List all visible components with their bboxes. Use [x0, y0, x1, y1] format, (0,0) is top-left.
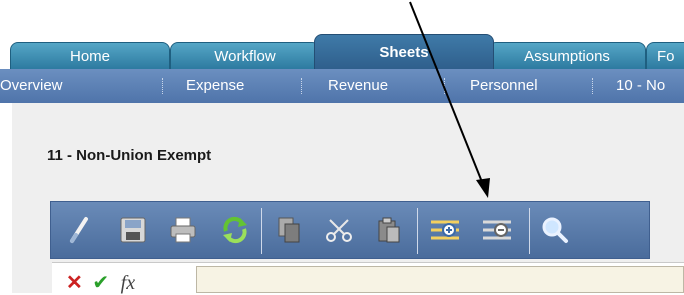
subnav-separator — [162, 78, 163, 94]
subnav-separator — [444, 78, 445, 94]
confirm-icon[interactable]: ✔ — [92, 272, 109, 294]
tab-fo[interactable]: Fo — [646, 42, 684, 69]
tab-sheets[interactable]: Sheets — [314, 34, 494, 69]
toolbar-separator — [529, 208, 530, 254]
fx-icon[interactable]: fx — [121, 272, 135, 294]
copy-icon[interactable] — [269, 210, 309, 250]
paste-icon[interactable] — [369, 210, 409, 250]
refresh-icon[interactable] — [215, 210, 255, 250]
subnav-10-no[interactable]: 10 - No — [616, 69, 665, 103]
sub-navigation: Overview Expense Revenue Personnel 10 - … — [0, 69, 684, 103]
main-tabs: Home Workflow Sheets Assumptions Fo — [10, 34, 684, 69]
save-icon[interactable] — [113, 210, 153, 250]
expand-rows-icon[interactable] — [425, 210, 465, 250]
subnav-overview[interactable]: Overview — [0, 69, 63, 103]
formula-input[interactable] — [196, 266, 684, 293]
toolbar-separator — [417, 208, 418, 254]
sheet-toolbar — [50, 201, 650, 259]
subnav-expense[interactable]: Expense — [186, 69, 244, 103]
tab-workflow[interactable]: Workflow — [170, 42, 320, 69]
collapse-rows-icon[interactable] — [477, 210, 517, 250]
toolbar-separator — [261, 208, 262, 254]
page-title: 11 - Non-Union Exempt — [47, 147, 212, 164]
cancel-icon[interactable]: ✕ — [66, 272, 83, 294]
formula-actions: ✕ ✔ fx — [66, 270, 135, 295]
brush-icon[interactable] — [59, 210, 99, 250]
tab-home[interactable]: Home — [10, 42, 170, 69]
subnav-separator — [301, 78, 302, 94]
subnav-revenue[interactable]: Revenue — [328, 69, 388, 103]
cut-icon[interactable] — [319, 210, 359, 250]
print-icon[interactable] — [163, 210, 203, 250]
tab-assumptions[interactable]: Assumptions — [488, 42, 646, 69]
subnav-personnel[interactable]: Personnel — [470, 69, 538, 103]
search-icon[interactable] — [535, 210, 575, 250]
subnav-separator — [592, 78, 593, 94]
